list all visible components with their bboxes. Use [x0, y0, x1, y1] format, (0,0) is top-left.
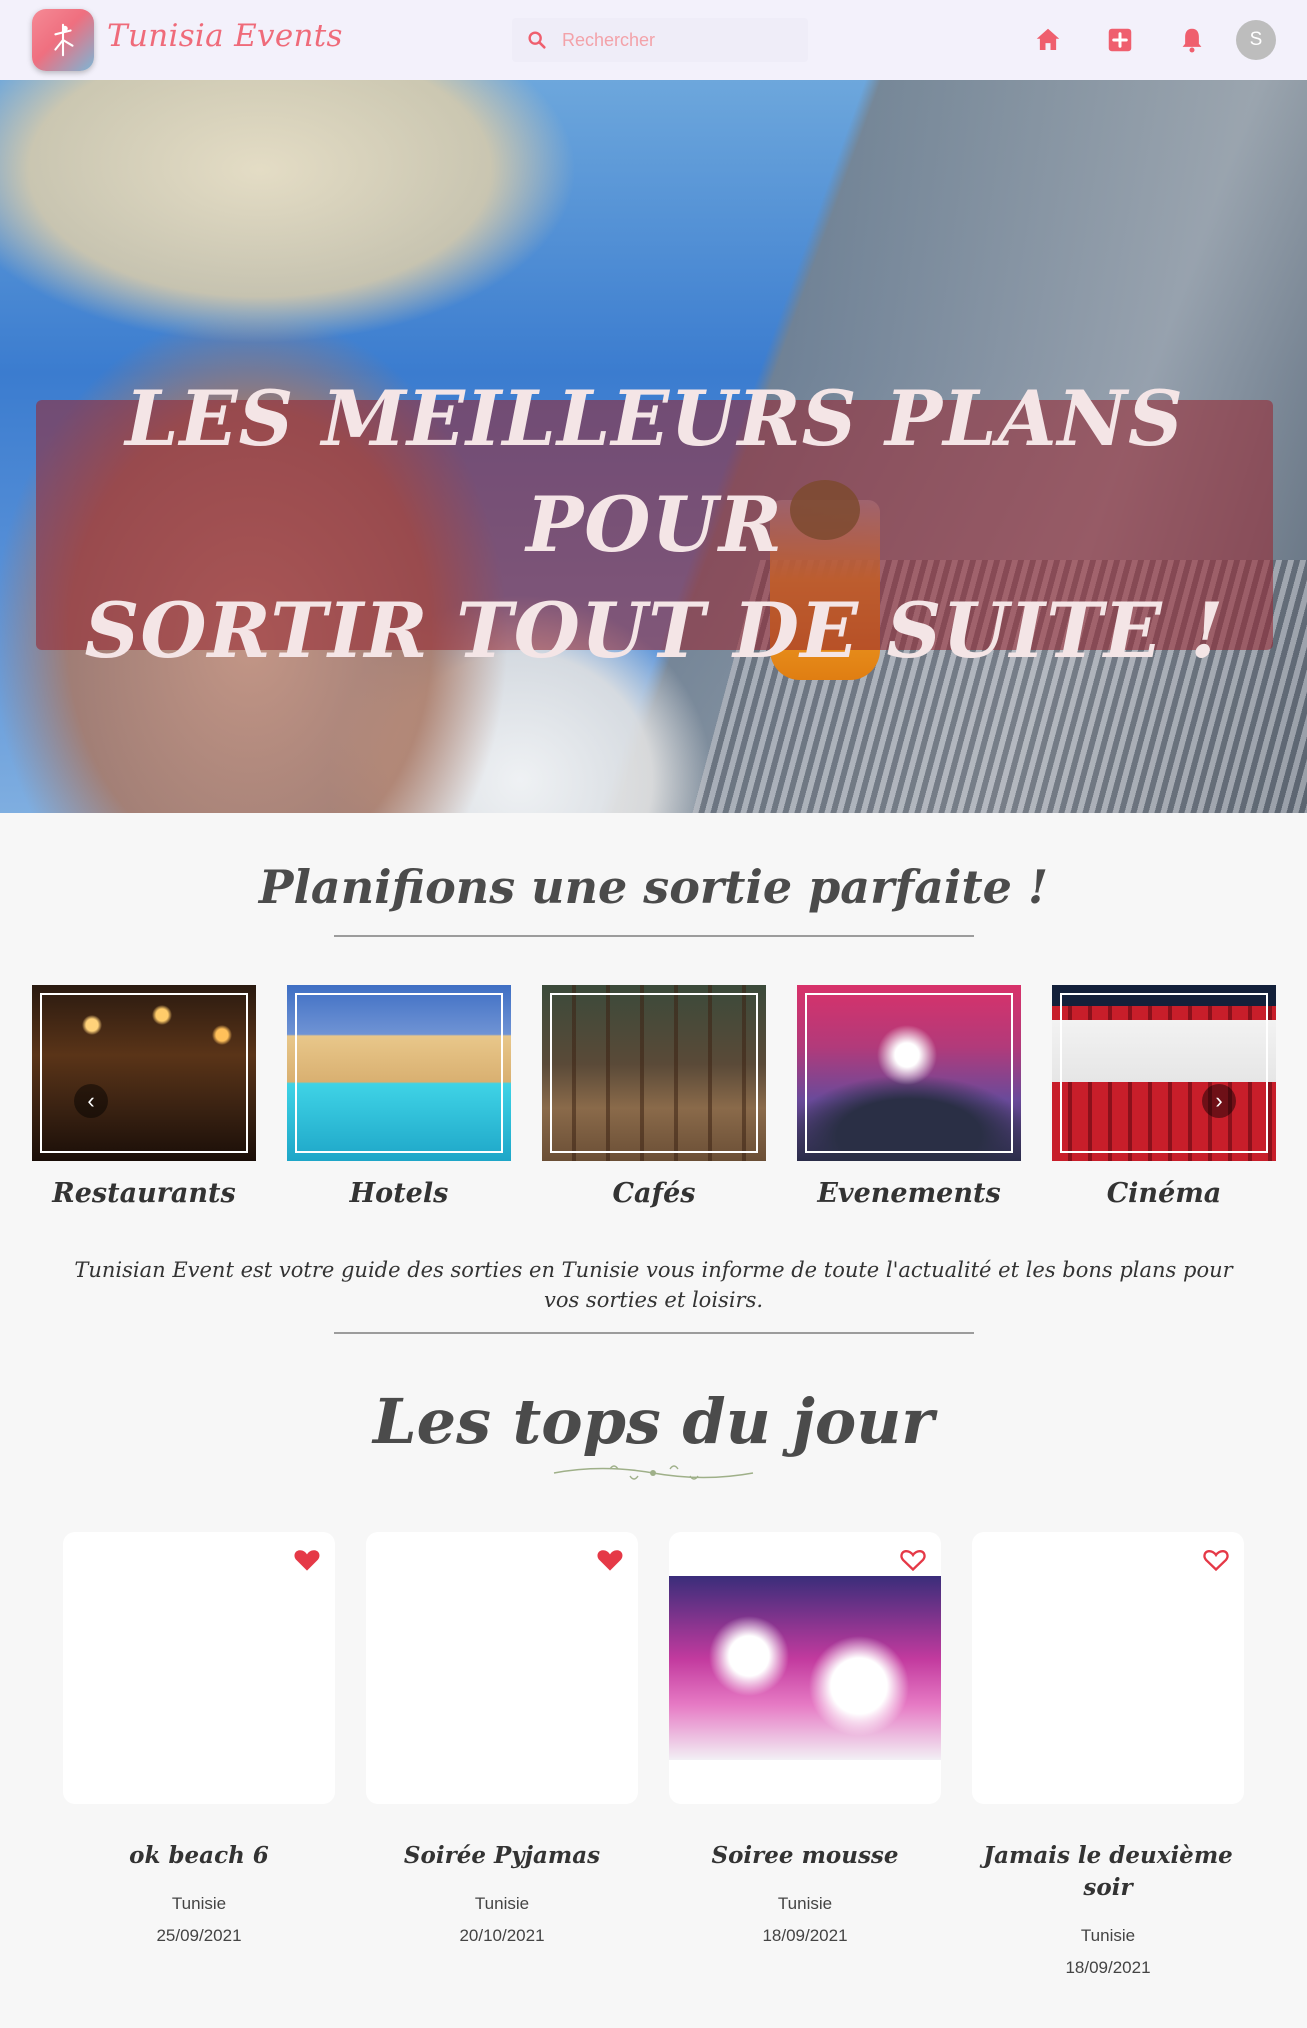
event-location: Tunisie	[777, 1894, 833, 1913]
event-image[interactable]	[972, 1532, 1244, 1804]
event-name[interactable]: ok beach 6	[63, 1840, 335, 1872]
heart-filled-icon[interactable]	[293, 1546, 321, 1572]
category-next-button[interactable]: ›	[1202, 1084, 1236, 1118]
event-meta: Tunisie 18/09/2021	[972, 1920, 1244, 1984]
add-box-icon	[1108, 28, 1132, 52]
category-card-hotels[interactable]	[287, 985, 511, 1161]
divider	[334, 935, 974, 937]
app-logo[interactable]	[32, 9, 94, 71]
event-name[interactable]: Soirée Pyjamas	[366, 1840, 638, 1872]
hero-title-line-2: SORTIR TOUT DE SUITE !	[84, 586, 1225, 675]
category-card-cafes[interactable]	[542, 985, 766, 1161]
event-image[interactable]	[63, 1532, 335, 1804]
event-card[interactable]: ok beach 6 Tunisie 25/09/2021	[63, 1532, 335, 1952]
event-meta: Tunisie 25/09/2021	[63, 1888, 335, 1952]
heart-outline-icon[interactable]	[899, 1546, 927, 1572]
section-title-tops: Les tops du jour	[373, 1385, 934, 1458]
flourish-ornament-icon	[553, 1465, 754, 1480]
event-card[interactable]: Soirée Pyjamas Tunisie 20/10/2021	[366, 1532, 638, 1952]
event-location: Tunisie	[474, 1894, 530, 1913]
category-label-restaurants[interactable]: Restaurants	[32, 1178, 256, 1209]
category-label-cafes[interactable]: Cafés	[542, 1178, 766, 1209]
category-card-evenements[interactable]	[797, 985, 1021, 1161]
hero-title: LES MEILLEURS PLANS POUR SORTIR TOUT DE …	[36, 366, 1273, 684]
guide-description: Tunisian Event est votre guide des sorti…	[74, 1258, 1233, 1312]
event-date: 18/09/2021	[1065, 1958, 1151, 1977]
category-card-cinema[interactable]	[1052, 985, 1276, 1161]
event-meta: Tunisie 20/10/2021	[366, 1888, 638, 1952]
event-image[interactable]	[669, 1532, 941, 1804]
event-name[interactable]: Soiree mousse	[669, 1840, 941, 1872]
category-label-evenements[interactable]: Evenements	[797, 1178, 1021, 1209]
bell-icon	[1182, 28, 1202, 53]
section-title-plan: Planifions une sortie parfaite !	[258, 860, 1049, 914]
event-location: Tunisie	[1080, 1926, 1136, 1945]
event-meta: Tunisie 18/09/2021	[669, 1888, 941, 1952]
search-icon	[528, 31, 546, 49]
event-image[interactable]	[366, 1532, 638, 1804]
event-card[interactable]: Jamais le deuxième soir Tunisie 18/09/20…	[972, 1532, 1244, 1984]
hero-title-line-1: LES MEILLEURS PLANS POUR	[125, 374, 1184, 569]
event-card[interactable]: Soiree mousse Tunisie 18/09/2021	[669, 1532, 941, 1952]
event-date: 18/09/2021	[762, 1926, 848, 1945]
category-frame	[550, 993, 758, 1153]
event-location: Tunisie	[171, 1894, 227, 1913]
home-button[interactable]	[1030, 22, 1066, 58]
top-navbar: Tunisia Events S	[0, 0, 1307, 80]
hero-carousel[interactable]: LES MEILLEURS PLANS POUR SORTIR TOUT DE …	[0, 80, 1307, 813]
user-avatar[interactable]: S	[1236, 20, 1276, 60]
logo-dancer-icon	[54, 23, 74, 57]
search-bar[interactable]	[512, 18, 808, 62]
category-card-restaurants[interactable]	[32, 985, 256, 1161]
event-photo	[669, 1576, 941, 1760]
divider	[334, 1332, 974, 1334]
search-input[interactable]	[562, 29, 792, 51]
home-icon	[1036, 28, 1060, 50]
category-label-hotels[interactable]: Hotels	[287, 1178, 511, 1209]
category-label-cinema[interactable]: Cinéma	[1052, 1178, 1276, 1209]
category-prev-button[interactable]: ‹	[74, 1084, 108, 1118]
event-date: 25/09/2021	[156, 1926, 242, 1945]
heart-filled-icon[interactable]	[596, 1546, 624, 1572]
hero-banner: LES MEILLEURS PLANS POUR SORTIR TOUT DE …	[36, 374, 1273, 675]
category-frame	[1060, 993, 1268, 1153]
category-frame	[40, 993, 248, 1153]
add-event-button[interactable]	[1102, 22, 1138, 58]
notifications-button[interactable]	[1174, 22, 1210, 58]
event-date: 20/10/2021	[459, 1926, 545, 1945]
category-frame	[805, 993, 1013, 1153]
brand-name[interactable]: Tunisia Events	[107, 18, 343, 54]
heart-outline-icon[interactable]	[1202, 1546, 1230, 1572]
event-name[interactable]: Jamais le deuxième soir	[972, 1840, 1244, 1904]
category-frame	[295, 993, 503, 1153]
